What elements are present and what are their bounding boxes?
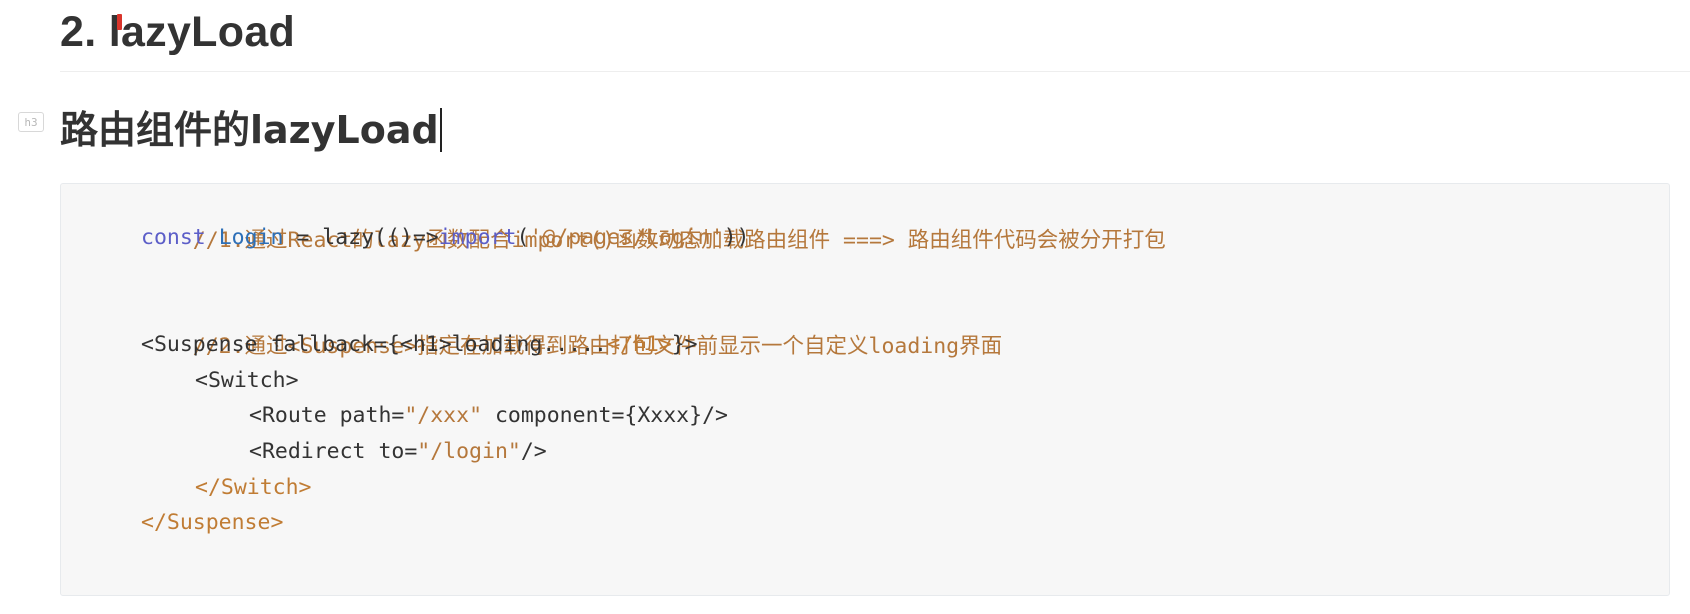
section-heading-h3[interactable]: 路由组件的lazyLoad xyxy=(60,104,442,156)
mouse-cursor-icon xyxy=(117,14,122,30)
code-string: '@/pages/Login' xyxy=(529,225,724,250)
text-caret xyxy=(439,107,442,152)
code-closing-tag: </Switch> xyxy=(195,475,312,500)
heading-divider xyxy=(60,71,1690,72)
code-text: ( xyxy=(516,225,530,250)
code-line-7: <Route path="/xxx" component={Xxxx}/> xyxy=(249,397,728,435)
heading-level-badge[interactable]: h3 xyxy=(18,112,44,132)
code-line-9: </Switch> xyxy=(195,469,312,507)
code-identifier: Login xyxy=(218,225,284,250)
code-line-2: const Login = lazy(()=>import('@/pages/L… xyxy=(141,219,749,257)
code-line-1: //1.通过React的lazy函数配合import()函数动态加载路由组件 =… xyxy=(141,184,1166,253)
code-text: )) xyxy=(723,225,750,250)
code-line-5: <Suspense fallback={<h1>loading.....</h1… xyxy=(141,326,698,364)
code-line-4: //2.通过<Suspense>指定在加载得到路由打包文件前显示一个自定义loa… xyxy=(141,290,1002,359)
code-text: }> xyxy=(671,332,698,357)
code-keyword-const: const xyxy=(141,225,206,250)
code-text: component={Xxxx}/> xyxy=(482,403,728,428)
heading-h3-text: 路由组件的lazyLoad xyxy=(60,108,439,152)
code-line-8: <Redirect to="/login"/> xyxy=(249,433,547,471)
section-heading-h2: 2. lazyLoad xyxy=(60,8,296,56)
code-tag: <Switch> xyxy=(195,368,299,393)
code-tag: <Route path= xyxy=(249,403,405,428)
code-tag: <Redirect to= xyxy=(249,439,418,464)
code-line-10: </Suspense> xyxy=(141,504,283,542)
code-tag: <Suspense fallback={<h1>loading..... xyxy=(141,332,607,357)
code-line-6: <Switch> xyxy=(195,362,299,400)
code-string: "/login" xyxy=(417,439,521,464)
code-closing-tag: </Suspense> xyxy=(141,510,284,535)
code-closing-tag: </h1> xyxy=(607,332,672,357)
code-keyword-import: import xyxy=(438,225,517,250)
code-text: = lazy(()=> xyxy=(283,225,439,250)
code-text: /> xyxy=(520,439,547,464)
code-block[interactable]: //1.通过React的lazy函数配合import()函数动态加载路由组件 =… xyxy=(60,183,1670,596)
code-string: "/xxx" xyxy=(404,403,483,428)
